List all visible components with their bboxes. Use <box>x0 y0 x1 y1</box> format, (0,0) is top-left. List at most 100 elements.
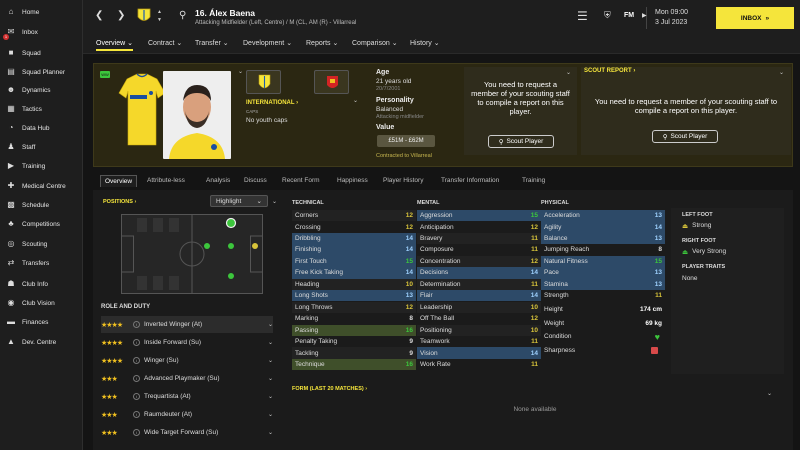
info-icon[interactable]: i <box>133 393 140 400</box>
info-icon[interactable]: i <box>133 375 140 382</box>
chevron-down-icon[interactable]: ⌄ <box>268 411 273 418</box>
sidebar-item-squad[interactable]: ■ Squad <box>0 44 83 62</box>
menu-icon[interactable]: ☰ <box>577 9 588 23</box>
scout-report-link[interactable]: SCOUT REPORT › <box>584 68 635 74</box>
sidebar-item-schedule[interactable]: ▩ Schedule <box>0 196 83 214</box>
manager-shield-icon[interactable]: ⛨ <box>604 10 611 21</box>
nation-badge[interactable] <box>314 70 349 94</box>
chevron-down-icon[interactable]: ⌄ <box>268 375 273 382</box>
attribute-row: Acceleration 13 <box>541 210 665 222</box>
sidebar-item-inbox[interactable]: ✉ Inbox 1 <box>0 23 83 41</box>
sidebar-item-tactics[interactable]: ▦ Tactics <box>0 100 83 118</box>
condition-row: Condition ♥ <box>541 331 665 342</box>
sidebar-item-finances[interactable]: ▬ Finances <box>0 313 83 331</box>
role-row[interactable]: ★★★★ i Winger (Su) ⌄ <box>101 352 273 369</box>
menu-development[interactable]: Development ⌄ <box>243 39 292 47</box>
tab-attribute-less[interactable]: Attribute-less <box>147 177 185 184</box>
chevron-down-icon[interactable]: ⌄ <box>268 429 273 436</box>
forward-arrow-icon[interactable]: ❯ <box>117 10 125 21</box>
sidebar-item-label: Dev. Centre <box>22 338 57 346</box>
chevron-down-icon[interactable]: ⌄ <box>268 339 273 346</box>
sidebar-item-training[interactable]: ▶ Training <box>0 157 83 175</box>
highlight-dropdown[interactable]: Highlight ⌄ <box>210 195 268 207</box>
chevron-down-icon[interactable]: ▼ <box>157 17 162 23</box>
club-badge[interactable] <box>246 70 281 94</box>
back-arrow-icon[interactable]: ❮ <box>95 10 103 21</box>
tab-analysis[interactable]: Analysis <box>206 177 230 184</box>
tab-recent-form[interactable]: Recent Form <box>282 177 320 184</box>
info-icon[interactable]: i <box>133 411 140 418</box>
attribute-row: Concentration 12 <box>417 255 541 268</box>
sidebar-item-transfers[interactable]: ⇄ Transfers <box>0 254 83 272</box>
traits-value: None <box>682 275 698 282</box>
positions-link[interactable]: POSITIONS › <box>103 199 136 205</box>
panel-dropdown-icon[interactable]: ⌄ <box>566 69 571 76</box>
info-icon[interactable]: i <box>133 429 140 436</box>
sidebar-item-data-hub[interactable]: ◔ Data Hub <box>0 119 83 137</box>
info-icon[interactable]: i <box>133 357 140 364</box>
tab-transfer-information[interactable]: Transfer Information <box>441 177 499 184</box>
info-icon[interactable]: i <box>133 339 140 346</box>
role-row[interactable]: ★★★★ i Inverted Winger (At) ⌄ <box>101 316 273 333</box>
tab-discuss[interactable]: Discuss <box>244 177 267 184</box>
fm-logo[interactable]: FM <box>624 12 634 19</box>
chevron-down-icon[interactable]: ⌄ <box>268 357 273 364</box>
scout-player-button-2[interactable]: ⚲ Scout Player <box>652 130 718 143</box>
positions-dropdown-icon[interactable]: ⌄ <box>272 198 277 205</box>
continue-arrow-icon[interactable]: ▶ <box>642 12 647 19</box>
tab-happiness[interactable]: Happiness <box>337 177 368 184</box>
scout-player-button[interactable]: ⚲ Scout Player <box>488 135 554 148</box>
sidebar-item-scouting[interactable]: ◎ Scouting <box>0 235 83 253</box>
sidebar-item-squad-planner[interactable]: ▤ Squad Planner <box>0 63 83 81</box>
attribute-value: 12 <box>405 212 413 220</box>
sidebar-item-competitions[interactable]: ♣ Competitions <box>0 215 83 233</box>
scout-report-dropdown-icon[interactable]: ⌄ <box>779 69 784 76</box>
chevron-down-icon: ⌄ <box>431 40 440 47</box>
attribute-name: Composure <box>420 246 454 254</box>
menu-contract[interactable]: Contract ⌄ <box>148 39 182 47</box>
photo-dropdown-icon[interactable]: ⌄ <box>238 68 243 75</box>
sidebar-item-dynamics[interactable]: ☻ Dynamics <box>0 81 83 99</box>
role-row[interactable]: ★★★ i Wide Target Forward (Su) ⌄ <box>101 424 273 441</box>
menu-comparison[interactable]: Comparison ⌄ <box>352 39 398 47</box>
attribute-value: 9 <box>409 338 413 346</box>
search-icon[interactable]: ⚲ <box>179 10 186 21</box>
attribute-row: Corners 12 <box>292 210 416 222</box>
role-stars: ★★★ <box>101 429 118 437</box>
game-date[interactable]: Mon 09:00 3 Jul 2023 <box>655 8 688 28</box>
tab-training[interactable]: Training <box>522 177 545 184</box>
sidebar-item-home[interactable]: ⌂ Home <box>0 3 83 21</box>
form-dropdown-icon[interactable]: ⌄ <box>767 390 772 397</box>
menu-label: Transfer <box>195 40 221 47</box>
menu-reports[interactable]: Reports ⌄ <box>306 39 338 47</box>
chevron-down-icon[interactable]: ⌄ <box>268 393 273 400</box>
sidebar-item-dev-centre[interactable]: ▲ Dev. Centre <box>0 333 83 351</box>
sidebar-item-club-info[interactable]: ☗ Club Info <box>0 275 83 293</box>
menu-label: Contract <box>148 40 175 47</box>
role-row[interactable]: ★★★ i Raumdeuter (At) ⌄ <box>101 406 273 423</box>
sidebar-item-club-vision[interactable]: ◉ Club Vision <box>0 294 83 312</box>
role-name: Advanced Playmaker (Su) <box>144 375 220 382</box>
info-icon[interactable]: i <box>133 321 140 328</box>
form-link[interactable]: FORM (LAST 20 MATCHES) › <box>292 386 367 392</box>
role-row[interactable]: ★★★★ i Inside Forward (Su) ⌄ <box>101 334 273 351</box>
chevron-up-icon[interactable]: ▲ <box>157 9 162 15</box>
contract-status[interactable]: Contracted to Villarreal <box>376 153 432 159</box>
club-crest-icon[interactable] <box>136 7 152 25</box>
tab-player-history[interactable]: Player History <box>383 177 423 184</box>
attribute-value: 10 <box>405 280 413 288</box>
inbox-button[interactable]: INBOX » <box>716 7 794 29</box>
role-row[interactable]: ★★★ i Advanced Playmaker (Su) ⌄ <box>101 370 273 387</box>
menu-overview[interactable]: Overview ⌄ <box>96 39 133 51</box>
tab-overview[interactable]: Overview <box>100 175 138 187</box>
menu-history[interactable]: History ⌄ <box>410 39 440 47</box>
international-link[interactable]: INTERNATIONAL › <box>246 100 298 106</box>
role-row[interactable]: ★★★ i Trequartista (At) ⌄ <box>101 388 273 405</box>
menu-transfer[interactable]: Transfer ⌄ <box>195 39 229 47</box>
sidebar-item-label: Scouting <box>22 240 48 248</box>
chevron-down-icon[interactable]: ⌄ <box>268 321 273 328</box>
sidebar-item-staff[interactable]: ♟ Staff <box>0 138 83 156</box>
sidebar-item-medical-centre[interactable]: ✚ Medical Centre <box>0 177 83 195</box>
sidebar-item-label: Dynamics <box>22 86 51 94</box>
international-dropdown-icon[interactable]: ⌄ <box>353 97 358 104</box>
